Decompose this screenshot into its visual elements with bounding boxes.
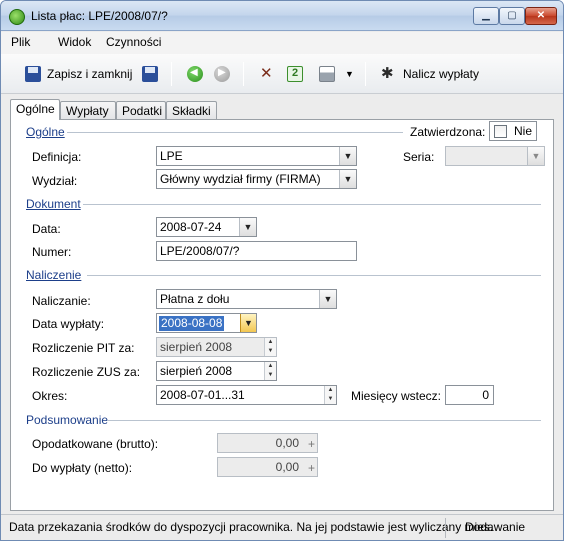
approved-label: Zatwierdzona: xyxy=(410,125,486,139)
pit-period-value: sierpień 2008 xyxy=(160,340,233,354)
period-label: Okres: xyxy=(32,389,68,403)
calculate-button[interactable]: Nalicz wypłaty xyxy=(381,62,479,86)
taxable-amount-field[interactable]: 0,00 + xyxy=(217,433,318,453)
main-window: Lista płac: LPE/2008/07/? ▁ ▢ ✕ Plik Wid… xyxy=(0,0,564,541)
back-icon xyxy=(187,66,203,82)
pit-label: Rozliczenie PIT za: xyxy=(32,341,135,355)
tab-taxes[interactable]: Podatki xyxy=(116,101,166,120)
plus-icon[interactable]: + xyxy=(308,437,315,451)
save-close-label: Zapisz i zamknij xyxy=(47,67,133,81)
window-title: Lista płac: LPE/2008/07/? xyxy=(31,9,168,23)
section-summary: Podsumowanie xyxy=(26,413,109,427)
save-button[interactable] xyxy=(142,62,158,86)
period-value: 2008-07-01...31 xyxy=(160,388,245,402)
chevron-down-icon[interactable]: ▼ xyxy=(527,147,544,165)
chevron-down-icon[interactable]: ▼ xyxy=(339,147,356,165)
section-general: Ogólne xyxy=(26,125,65,139)
refresh-icon xyxy=(287,66,303,82)
document-date-value: 2008-07-24 xyxy=(160,220,222,234)
zus-period-value: sierpień 2008 xyxy=(160,364,233,378)
menu-view[interactable]: Widok xyxy=(58,35,91,49)
months-back-input[interactable]: 0 xyxy=(445,385,494,405)
payout-date-picker[interactable]: 2008-08-08 ▼ xyxy=(156,313,257,333)
net-amount-value: 0,00 xyxy=(275,460,299,474)
menu-bar: Plik Widok Czynności xyxy=(1,32,563,54)
spinner-arrows-icon[interactable]: ▲ ▼ xyxy=(264,362,276,380)
department-select[interactable]: Główny wydział firmy (FIRMA) ▼ xyxy=(156,169,357,189)
definition-label: Definicja: xyxy=(32,150,82,164)
date-label: Data: xyxy=(32,222,61,236)
zus-label: Rozliczenie ZUS za: xyxy=(32,365,141,379)
tab-general[interactable]: Ogólne xyxy=(10,99,60,120)
chevron-down-icon[interactable]: ▼ xyxy=(239,218,256,236)
refresh-button[interactable] xyxy=(287,62,303,86)
chevron-down-icon[interactable]: ▼ xyxy=(345,69,354,79)
chevron-down-icon[interactable]: ▼ xyxy=(240,314,256,332)
payout-date-label: Data wypłaty: xyxy=(32,317,105,331)
taxable-label: Opodatkowane (brutto): xyxy=(32,437,159,451)
tools-icon xyxy=(259,64,275,82)
maximize-button[interactable]: ▢ xyxy=(499,7,525,25)
approved-checkbox[interactable] xyxy=(494,125,507,138)
title-bar: Lista płac: LPE/2008/07/? ▁ ▢ ✕ xyxy=(1,1,563,31)
zus-period-spinner[interactable]: sierpień 2008 ▲ ▼ xyxy=(156,361,277,381)
chevron-down-icon[interactable]: ▼ xyxy=(319,290,336,308)
section-document: Dokument xyxy=(26,197,81,211)
close-button[interactable]: ✕ xyxy=(525,7,557,25)
minimize-button[interactable]: ▁ xyxy=(473,7,499,25)
menu-file[interactable]: Plik xyxy=(11,35,30,49)
status-mode: Dodawanie xyxy=(465,520,526,534)
section-accrual: Naliczenie xyxy=(26,268,82,282)
status-message: Data przekazania środków do dyspozycji p… xyxy=(9,520,494,534)
period-spinner[interactable]: 2008-07-01...31 ▲ ▼ xyxy=(156,385,337,405)
document-number-input[interactable]: LPE/2008/07/? xyxy=(156,241,357,261)
plus-icon[interactable]: + xyxy=(308,461,315,475)
toolbar: Zapisz i zamknij ▼ Nalicz wypłaty xyxy=(1,54,563,94)
net-amount-field[interactable]: 0,00 + xyxy=(217,457,318,477)
payout-date-value[interactable]: 2008-08-08 xyxy=(159,316,225,331)
tools-button[interactable] xyxy=(259,62,275,86)
department-value: Główny wydział firmy (FIRMA) xyxy=(160,172,321,186)
number-label: Numer: xyxy=(32,245,72,259)
document-date-picker[interactable]: 2008-07-24 ▼ xyxy=(156,217,257,237)
accrual-mode-select[interactable]: Płatna z dołu ▼ xyxy=(156,289,337,309)
back-button[interactable] xyxy=(187,62,203,86)
app-icon xyxy=(9,9,25,25)
department-label: Wydział: xyxy=(32,174,78,188)
print-icon xyxy=(319,66,335,82)
taxable-amount-value: 0,00 xyxy=(275,436,299,450)
pit-period-spinner[interactable]: sierpień 2008 ▲ ▼ xyxy=(156,337,277,357)
wand-icon xyxy=(381,64,397,82)
definition-value: LPE xyxy=(160,149,183,163)
status-bar: Data przekazania środków do dyspozycji p… xyxy=(1,514,563,540)
definition-select[interactable]: LPE ▼ xyxy=(156,146,357,166)
forward-button[interactable] xyxy=(214,62,230,86)
tab-payouts[interactable]: Wypłaty xyxy=(60,101,116,120)
spinner-arrows-icon[interactable]: ▲ ▼ xyxy=(324,386,336,404)
accrual-mode-label: Naliczanie: xyxy=(32,294,91,308)
calculate-label: Nalicz wypłaty xyxy=(403,67,480,81)
print-button[interactable]: ▼ xyxy=(319,62,354,86)
months-back-label: Miesięcy wstecz: xyxy=(351,389,442,403)
tab-contributions[interactable]: Składki xyxy=(166,101,217,120)
chevron-down-icon[interactable]: ▼ xyxy=(339,170,356,188)
menu-actions[interactable]: Czynności xyxy=(106,35,161,49)
approved-value: Nie xyxy=(514,124,533,138)
save-icon xyxy=(25,66,41,82)
save-close-button[interactable]: Zapisz i zamknij xyxy=(25,62,132,86)
spinner-arrows-icon[interactable]: ▲ ▼ xyxy=(264,338,276,356)
save-as-icon xyxy=(142,66,158,82)
approved-checkbox-field[interactable]: Nie xyxy=(489,121,537,141)
series-select[interactable]: ▼ xyxy=(445,146,545,166)
accrual-mode-value: Płatna z dołu xyxy=(160,292,230,306)
net-label: Do wypłaty (netto): xyxy=(32,461,133,475)
series-label: Seria: xyxy=(403,150,435,164)
forward-icon xyxy=(214,66,230,82)
